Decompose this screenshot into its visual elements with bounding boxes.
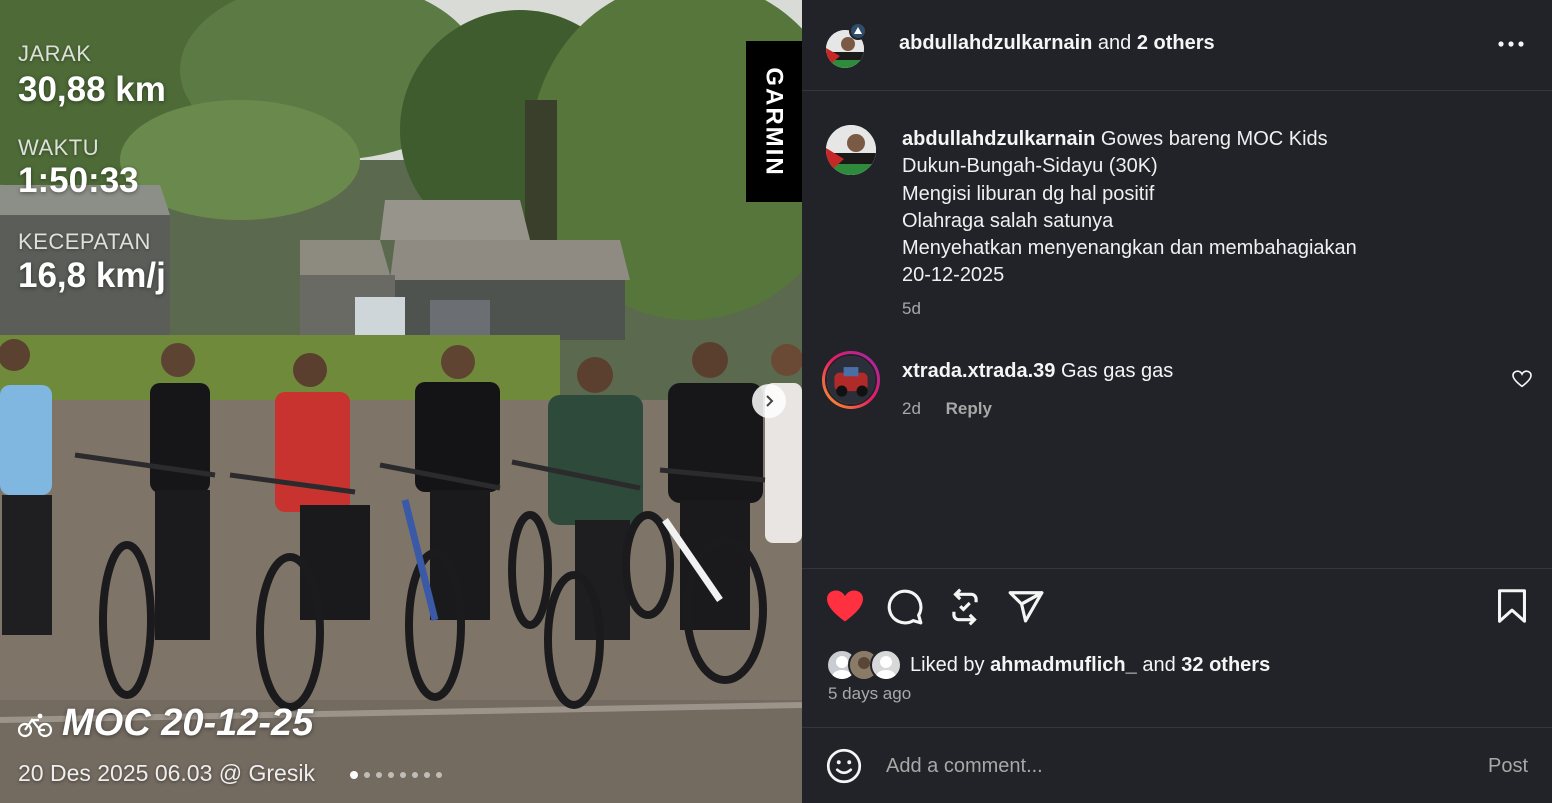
caption-line: Olahraga salah satunya xyxy=(902,209,1114,232)
add-comment-bar: Post xyxy=(802,728,1552,803)
comment-input[interactable] xyxy=(886,750,1446,782)
garmin-logo-text: GARMIN xyxy=(761,66,789,177)
carousel-dot xyxy=(388,772,394,778)
share-icon[interactable] xyxy=(1007,588,1045,626)
bike-icon xyxy=(18,713,52,738)
activity-meta: 20 Des 2025 06.03 @ Gresik xyxy=(18,760,315,786)
speed-label: KECEPATAN xyxy=(18,229,151,254)
caption-username[interactable]: abdullahdzulkarnain xyxy=(902,128,1095,150)
carousel-dot xyxy=(364,772,370,778)
photo-scene xyxy=(0,0,802,803)
more-options-icon[interactable] xyxy=(1496,32,1526,56)
emoji-icon[interactable] xyxy=(826,748,862,784)
likes-connector: and xyxy=(1142,653,1176,676)
carousel-dot xyxy=(424,772,430,778)
reply-button[interactable]: Reply xyxy=(946,399,992,418)
post-photo: JARAK 30,88 km WAKTU 1:50:33 KECEPATAN 1… xyxy=(0,0,802,803)
caption-avatar-image xyxy=(826,125,876,175)
likes-text: Liked by ahmadmuflich_ and 32 others xyxy=(910,654,1270,677)
caption-first-line: abdullahdzulkarnain Gowes bareng MOC Kid… xyxy=(902,126,1522,153)
comment-text: Gas gas gas xyxy=(1060,360,1174,382)
chevron-right-icon xyxy=(766,395,774,407)
activity-title: MOC 20-12-25 xyxy=(62,702,314,744)
author-username[interactable]: abdullahdzulkarnain xyxy=(899,32,1092,54)
caption-time: 5d xyxy=(902,299,921,318)
distance-label: JARAK xyxy=(18,41,92,66)
liker-avatar xyxy=(870,649,902,681)
post-actions xyxy=(802,586,1552,630)
garmin-logo: GARMIN xyxy=(746,41,802,202)
comment-heart-icon[interactable] xyxy=(1512,370,1532,388)
collab-connector: and xyxy=(1097,32,1132,54)
comment-meta: 2d Reply xyxy=(902,399,992,419)
post-author-line: abdullahdzulkarnain and 2 others xyxy=(899,32,1215,55)
collab-badge-icon xyxy=(849,22,867,40)
likes-summary[interactable]: Liked by ahmadmuflich_ and 32 others xyxy=(826,648,1270,682)
comment-time: 2d xyxy=(902,399,921,418)
bookmark-icon[interactable] xyxy=(1495,588,1529,624)
repost-icon[interactable] xyxy=(946,588,984,626)
caption-line: Dukun-Bungah-Sidayu (30K) xyxy=(902,155,1158,178)
other-likers-link[interactable]: 32 others xyxy=(1181,654,1270,676)
caption-line: Menyehatkan menyenangkan dan membahagiak… xyxy=(902,237,1357,260)
header-divider xyxy=(802,90,1552,91)
likes-prefix: Liked by xyxy=(910,653,985,676)
carousel-indicator xyxy=(350,771,442,779)
carousel-dot xyxy=(350,771,358,779)
carousel-dot xyxy=(376,772,382,778)
post-timestamp: 5 days ago xyxy=(828,684,912,703)
comment-icon[interactable] xyxy=(886,588,924,626)
actions-divider xyxy=(802,568,1552,569)
carousel-dot xyxy=(412,772,418,778)
collaborators-link[interactable]: 2 others xyxy=(1137,32,1215,54)
post-side-panel: abdullahdzulkarnain and 2 others abdulla… xyxy=(802,0,1552,803)
heart-icon[interactable] xyxy=(825,588,865,624)
commenter-avatar[interactable] xyxy=(822,351,880,409)
speed-value: 16,8 km/j xyxy=(18,256,166,295)
caption-text: Gowes bareng MOC Kids xyxy=(1100,128,1328,150)
caption-avatar[interactable] xyxy=(826,125,876,175)
carousel-dot xyxy=(400,772,406,778)
time-label: WAKTU xyxy=(18,135,100,160)
next-image-button[interactable] xyxy=(752,384,786,418)
commenter-username[interactable]: xtrada.xtrada.39 xyxy=(902,360,1055,382)
carousel-dot xyxy=(436,772,442,778)
commenter-avatar-image xyxy=(825,354,877,406)
post-header: abdullahdzulkarnain and 2 others xyxy=(802,0,1552,90)
time-value: 1:50:33 xyxy=(18,161,139,200)
liker-avatar-image xyxy=(876,656,896,679)
first-liker-link[interactable]: ahmadmuflich_ xyxy=(990,654,1137,676)
distance-value: 30,88 km xyxy=(18,70,166,109)
post-comment-button[interactable]: Post xyxy=(1488,755,1528,778)
comment-body: xtrada.xtrada.39 Gas gas gas xyxy=(902,360,1173,383)
caption-line: 20-12-2025 xyxy=(902,264,1005,287)
post-caption: abdullahdzulkarnain Gowes bareng MOC Kid… xyxy=(902,126,1522,290)
caption-line: Mengisi liburan dg hal positif xyxy=(902,182,1155,205)
